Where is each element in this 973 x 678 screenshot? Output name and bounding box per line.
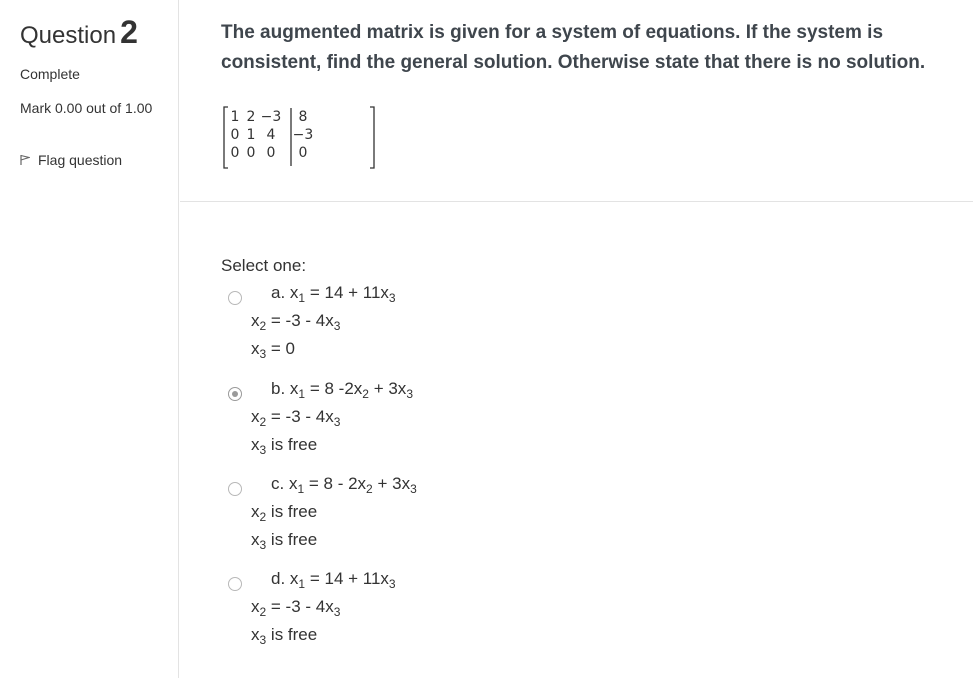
radio-button[interactable] xyxy=(228,387,242,401)
option-text: x xyxy=(251,311,260,330)
option-label: b. xyxy=(271,379,286,398)
matrix-entry: 2 xyxy=(247,109,256,125)
augmented-matrix: 1 2 −3 80 1 4 −30 0 0 0 xyxy=(223,106,375,169)
option-text: is free xyxy=(266,502,318,521)
question-info-panel: Question 2 Complete Mark 0.00 out of 1.00… xyxy=(0,0,179,678)
option-text: x xyxy=(251,407,260,426)
flag-icon xyxy=(20,154,30,165)
matrix-entry: 1 xyxy=(247,127,256,143)
option-text: x xyxy=(251,435,260,454)
radio-button[interactable] xyxy=(228,291,242,305)
option-subscript: 3 xyxy=(410,482,417,496)
option-text: x xyxy=(251,339,260,358)
option-label: a. xyxy=(271,283,286,302)
matrix-entry: 4 xyxy=(267,127,276,143)
option-text: = 8 -2x xyxy=(305,379,363,398)
option-line-3: x3 is free xyxy=(251,530,318,551)
section-divider xyxy=(180,201,973,202)
matrix-entry: 0 xyxy=(231,127,240,143)
option-subscript: 3 xyxy=(406,387,413,401)
option-text: is free xyxy=(266,435,318,454)
question-mark: Mark 0.00 out of 1.00 xyxy=(20,100,153,116)
option-text: = 14 + 11x xyxy=(305,283,389,302)
option-subscript: 2 xyxy=(362,387,369,401)
option-line-2: x2 = -3 - 4x3 xyxy=(251,407,341,429)
option-line-1: c. x1 = 8 - 2x2 + 3x3 xyxy=(271,474,417,496)
option-text: = 14 + 11x xyxy=(305,569,389,588)
option-line-2: x2 is free xyxy=(251,502,318,523)
option-text: + 3x xyxy=(368,379,407,398)
option-label: c. xyxy=(271,474,285,493)
matrix-entry: 0 xyxy=(299,145,308,161)
question-text: The augmented matrix is given for a syst… xyxy=(221,22,926,73)
option-text: = 8 - 2x xyxy=(304,474,367,493)
select-one-prompt: Select one: xyxy=(221,256,307,275)
option-line-2: x2 = -3 - 4x3 xyxy=(251,597,341,619)
option-text: x xyxy=(251,530,260,549)
matrix-entry: 0 xyxy=(247,145,256,161)
option-subscript: 3 xyxy=(333,319,341,333)
option-text: + 3x xyxy=(372,474,411,493)
option-label: d. xyxy=(271,569,286,588)
option-line-3: x3 is free xyxy=(251,625,318,646)
option-line-1: b. x1 = 8 -2x2 + 3x3 xyxy=(271,379,413,401)
option-subscript: 2 xyxy=(366,482,373,496)
option-subscript: 3 xyxy=(388,291,396,305)
left-bracket xyxy=(223,106,228,169)
matrix-entry: −3 xyxy=(293,127,314,143)
option-subscript: 3 xyxy=(333,605,341,619)
radio-button[interactable] xyxy=(228,482,242,496)
question-word: Question xyxy=(20,22,117,49)
right-bracket xyxy=(370,106,375,169)
question-state: Complete xyxy=(20,66,80,82)
option-line-1: d. x1 = 14 + 11x3 xyxy=(271,569,396,591)
option-line-2: x2 = -3 - 4x3 xyxy=(251,311,341,333)
question-number: 2 xyxy=(120,14,138,50)
matrix-entry: 1 xyxy=(231,109,240,125)
radio-button[interactable] xyxy=(228,577,242,591)
matrix-entry: −3 xyxy=(261,109,282,125)
matrix-entry: 0 xyxy=(231,145,240,161)
option-subscript: 3 xyxy=(388,577,396,591)
option-text: is free xyxy=(266,625,318,644)
option-text: = -3 - 4x xyxy=(266,597,334,616)
flag-question-label: Flag question xyxy=(38,152,123,168)
matrix-entry: 8 xyxy=(299,109,308,125)
option-line-1: a. x1 = 14 + 11x3 xyxy=(271,283,396,305)
flag-question-link[interactable]: Flag question xyxy=(20,152,122,168)
option-text: = -3 - 4x xyxy=(266,407,334,426)
option-line-3: x3 = 0 xyxy=(251,339,296,360)
matrix-entry: 0 xyxy=(267,145,276,161)
option-text: is free xyxy=(266,530,318,549)
option-text: = -3 - 4x xyxy=(266,311,334,330)
option-text: x xyxy=(251,502,260,521)
option-text: x xyxy=(251,597,260,616)
option-line-3: x3 is free xyxy=(251,435,318,456)
option-text: x xyxy=(251,625,260,644)
option-text: = 0 xyxy=(266,339,296,358)
question-heading: Question 2 xyxy=(20,14,138,51)
option-subscript: 3 xyxy=(333,415,341,429)
